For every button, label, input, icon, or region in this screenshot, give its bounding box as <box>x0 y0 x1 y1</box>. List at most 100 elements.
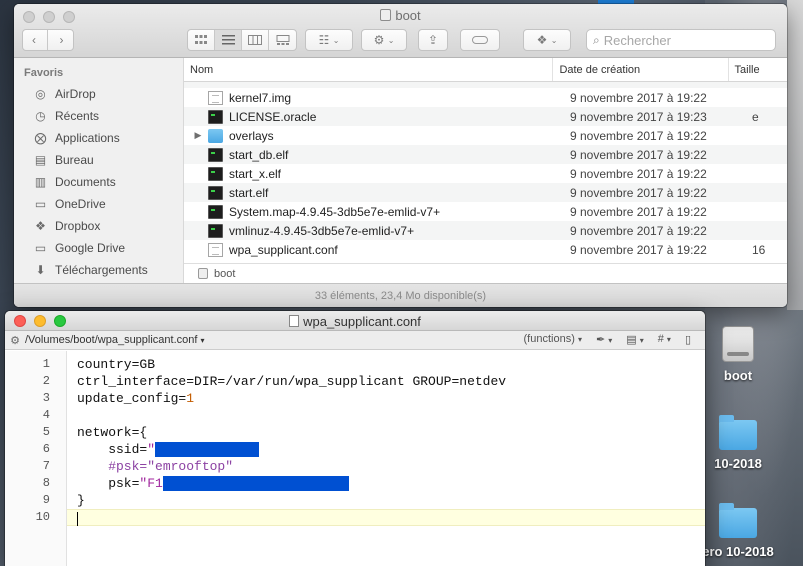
table-row[interactable]: start_db.elf 9 novembre 2017 à 19:22 <box>184 145 787 164</box>
sidebar-item-label: Applications <box>55 131 120 145</box>
sidebar-heading: Favoris <box>24 67 64 79</box>
share-button[interactable]: ⇪ <box>418 29 448 51</box>
window-title: wpa_supplicant.conf <box>5 314 705 329</box>
column-header-name[interactable]: Nom <box>184 58 554 81</box>
back-button[interactable]: ‹ <box>21 30 48 50</box>
sidebar-item-label: OneDrive <box>55 197 106 211</box>
dropbox-icon: ❖ <box>536 33 548 47</box>
desktop-icon-label: boot <box>723 368 753 383</box>
search-field[interactable]: ⌕ <box>586 29 776 51</box>
group-icon: ☷ <box>318 33 330 47</box>
list-icon <box>221 35 235 45</box>
chevron-down-icon: ⌄ <box>387 35 395 45</box>
icon-view-button[interactable] <box>188 30 215 50</box>
sidebar-item-dropbox[interactable]: ❖ Dropbox <box>14 215 183 237</box>
table-row[interactable]: start_x.elf 9 novembre 2017 à 19:22 <box>184 164 787 183</box>
folder-icon: ▭ <box>34 241 47 255</box>
code-line: country=GB <box>77 357 156 372</box>
page-icon[interactable]: ▯ <box>685 333 691 346</box>
sidebar-item-documents[interactable]: ▥ Documents <box>14 171 183 193</box>
sidebar-item-applications[interactable]: ⨂ Applications <box>14 127 183 149</box>
desktop-icon-label: ero 10-2018 <box>702 544 774 559</box>
sidebar-item-google-drive[interactable]: ▭ Google Drive <box>14 237 183 259</box>
functions-popup[interactable]: (functions) ▾ <box>524 333 582 346</box>
executable-icon <box>208 204 223 219</box>
column-header-size[interactable]: Taille <box>729 58 787 81</box>
table-row[interactable]: System.map-4.9.45-3db5e7e-emlid-v7+ 9 no… <box>184 202 787 221</box>
sidebar-item-label: Documents <box>55 175 116 189</box>
table-row[interactable]: LICENSE.oracle 9 novembre 2017 à 19:23 e <box>184 107 787 126</box>
code-line: network={ <box>77 425 148 440</box>
download-icon: ⬇ <box>35 263 46 277</box>
file-date: 9 novembre 2017 à 19:22 <box>570 166 707 181</box>
dropbox-icon: ❖ <box>35 219 46 233</box>
gear-icon[interactable]: ⚙ <box>5 334 25 347</box>
chevron-down-icon: ▾ <box>577 335 582 344</box>
forward-button[interactable]: › <box>48 30 75 50</box>
chevron-down-icon: ▾ <box>608 336 613 345</box>
desktop-icon-boot-drive[interactable]: boot <box>693 326 783 383</box>
status-text: 33 éléments, 23,4 Mo disponible(s) <box>314 289 487 302</box>
airdrop-icon: ◎ <box>35 87 46 101</box>
window-title: boot <box>14 8 787 23</box>
clock-icon: ◷ <box>35 109 46 123</box>
action-menu-button[interactable]: ⚙ ⌄ <box>361 29 407 51</box>
executable-icon <box>208 147 223 162</box>
desktop-icon: ▤ <box>34 153 47 167</box>
documents-icon: ▥ <box>34 175 47 189</box>
folder-icon <box>208 128 223 143</box>
table-row[interactable]: kernel7.img 9 novembre 2017 à 19:22 <box>184 88 787 107</box>
table-row[interactable]: wpa_supplicant.conf 9 novembre 2017 à 19… <box>184 240 787 259</box>
sidebar-item-label: AirDrop <box>55 87 96 101</box>
pen-icon: ✒ <box>595 334 606 346</box>
code-line: ctrl_interface=DIR=/var/run/wpa_supplica… <box>77 374 507 389</box>
executable-icon <box>208 223 223 238</box>
chevron-down-icon: ▾ <box>639 336 644 345</box>
documents-icon: ▤ <box>626 334 637 346</box>
line-number: 4 <box>42 408 50 422</box>
search-icon: ⌕ <box>593 32 600 47</box>
grid-icon <box>195 35 207 44</box>
gallery-view-button[interactable] <box>269 30 296 50</box>
file-name: start.elf <box>229 185 269 200</box>
line-number: 2 <box>42 374 50 388</box>
file-date: 9 novembre 2017 à 19:22 <box>570 242 707 257</box>
sidebar-item-airdrop[interactable]: ◎ AirDrop <box>14 83 183 105</box>
group-by-button[interactable]: ☷ ⌄ <box>305 29 353 51</box>
sidebar-item-onedrive[interactable]: ▭ OneDrive <box>14 193 183 215</box>
column-header-date[interactable]: Date de création <box>553 58 729 81</box>
sidebar-item-downloads[interactable]: ⬇ Téléchargements <box>14 259 183 281</box>
path-bar-item[interactable]: boot <box>214 268 235 280</box>
table-row[interactable]: vmlinuz-4.9.45-3db5e7e-emlid-v7+ 9 novem… <box>184 221 787 240</box>
table-row[interactable]: ▶ overlays 9 novembre 2017 à 19:22 <box>184 126 787 145</box>
disclosure-triangle-icon[interactable]: ▶ <box>188 130 208 141</box>
code-text[interactable]: country=GB ctrl_interface=DIR=/var/run/w… <box>67 356 705 526</box>
folder-icon <box>719 415 757 450</box>
desktop-icon-folder[interactable]: 10-2018 <box>693 415 783 471</box>
desktop-icon-folder[interactable]: ero 10-2018 <box>693 503 783 559</box>
sidebar-item-recents[interactable]: ◷ Récents <box>14 105 183 127</box>
search-input[interactable] <box>603 32 764 48</box>
file-rows: kernel7.img 9 novembre 2017 à 19:22 LICE… <box>184 88 787 259</box>
finder-titlebar: boot ‹ › ☷ ⌄ ⚙ ⌄ ⇪ ❖ ⌄ ⌕ Rechercher <box>14 4 787 58</box>
dropbox-button[interactable]: ❖ ⌄ <box>523 29 571 51</box>
pound-popup[interactable]: # ▾ <box>658 333 671 346</box>
file-date: 9 novembre 2017 à 19:22 <box>570 90 707 105</box>
folder-icon: ▭ <box>34 197 47 211</box>
editor-nav-controls: (functions) ▾ ✒ ▾ ▤ ▾ # ▾ ▯ <box>524 333 691 346</box>
column-view-button[interactable] <box>242 30 269 50</box>
document-list-popup[interactable]: ▤ ▾ <box>626 333 643 346</box>
tags-button[interactable] <box>460 29 500 51</box>
redaction-box <box>155 442 260 458</box>
list-view-button[interactable] <box>215 30 242 50</box>
table-row[interactable]: start.elf 9 novembre 2017 à 19:22 <box>184 183 787 202</box>
file-path-popup[interactable]: /Volumes/boot/wpa_supplicant.conf ▾ <box>25 334 205 346</box>
share-icon: ⇪ <box>427 33 439 47</box>
line-number-gutter: 1 2 3 4 5 6 7 8 9 10 <box>5 351 67 566</box>
sidebar-item-bureau[interactable]: ▤ Bureau <box>14 149 183 171</box>
marker-popup[interactable]: ✒ ▾ <box>596 333 612 346</box>
code-area[interactable]: 1 2 3 4 5 6 7 8 9 10 country=GB ctrl_int… <box>5 351 705 566</box>
sidebar-item-label: Récents <box>55 109 100 123</box>
file-date: 9 novembre 2017 à 19:22 <box>570 147 707 162</box>
